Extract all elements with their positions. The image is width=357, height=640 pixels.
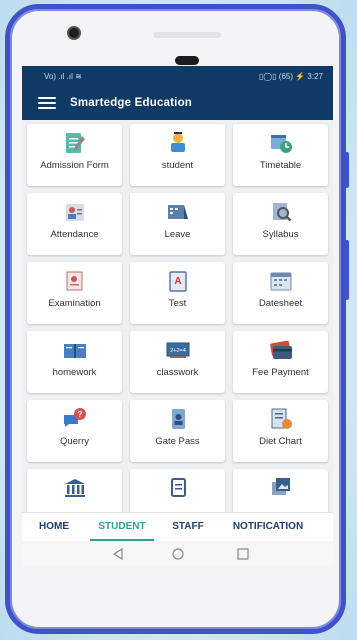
tile-homework[interactable]: homework: [27, 331, 122, 393]
system-nav-buttons: [112, 547, 249, 560]
tile-leave[interactable]: Leave: [130, 193, 225, 255]
tile-label: Timetable: [259, 160, 302, 171]
nav-student[interactable]: STUDENT: [86, 513, 158, 541]
earpiece-speaker: [175, 56, 199, 65]
attendance-icon: [65, 204, 84, 221]
fee-payment-icon: [269, 340, 292, 359]
tile-label: Test: [168, 298, 187, 309]
status-bar: Vo) .ıl .ıl ≋ ▯◯▯ (65) ⚡ 3:27: [22, 66, 333, 86]
home-circle-icon[interactable]: [171, 547, 184, 560]
timetable-icon: [270, 135, 292, 153]
app-bar: Smartedge Education: [22, 86, 333, 120]
tile-classwork[interactable]: 2+2=4 classwork: [130, 331, 225, 393]
tile-label: Attendance: [50, 229, 99, 240]
gate-pass-icon: [171, 409, 185, 429]
volume-button: [345, 152, 349, 188]
bank-icon: [64, 479, 85, 497]
document-icon: [170, 478, 186, 497]
tile-label: student: [161, 160, 194, 171]
test-icon: A: [168, 271, 187, 292]
tile-query[interactable]: ? Querry: [27, 400, 122, 462]
tile-attendance[interactable]: Attendance: [27, 193, 122, 255]
svg-text:2+2=4: 2+2=4: [170, 348, 186, 354]
tile-examination[interactable]: Examination: [27, 262, 122, 324]
tile-label: Diet Chart: [259, 436, 302, 447]
top-bezel-strip: [153, 32, 221, 38]
front-camera: [67, 26, 81, 40]
status-left: Vo) .ıl .ıl ≋: [44, 71, 82, 81]
status-right: ▯◯▯ (65) ⚡ 3:27: [258, 71, 323, 81]
svg-text:?: ?: [77, 410, 82, 419]
tile-label: Examination: [48, 298, 101, 309]
tile-gate-pass[interactable]: Gate Pass: [130, 400, 225, 462]
classwork-icon: 2+2=4: [166, 342, 189, 358]
nav-home[interactable]: HOME: [22, 513, 86, 541]
power-button: [345, 240, 349, 300]
tile-fee-payment[interactable]: Fee Payment: [233, 331, 328, 393]
query-icon: ?: [63, 408, 86, 427]
homework-icon: [63, 344, 86, 358]
app-title: Smartedge Education: [70, 97, 193, 109]
recents-icon[interactable]: [236, 547, 249, 560]
tile-admission-form[interactable]: Admission Form: [27, 124, 122, 186]
module-grid: Admission Form student Timetable Attenda…: [22, 120, 333, 520]
diet-chart-icon: [271, 408, 292, 429]
tile-label: Syllabus: [262, 229, 299, 240]
tile-label: Datesheet: [258, 298, 303, 309]
nav-notification[interactable]: NOTIFICATION: [218, 513, 318, 541]
back-icon[interactable]: [112, 547, 123, 560]
tile-student[interactable]: student: [130, 124, 225, 186]
tile-syllabus[interactable]: Syllabus: [233, 193, 328, 255]
app-screen: Vo) .ıl .ıl ≋ ▯◯▯ (65) ⚡ 3:27 Smartedge …: [22, 66, 333, 566]
tile-label: Leave: [164, 229, 191, 240]
examination-icon: [66, 271, 82, 291]
tile-datesheet[interactable]: Datesheet: [233, 262, 328, 324]
svg-text:A: A: [174, 276, 181, 287]
datesheet-icon: [270, 272, 291, 291]
tile-label: Querry: [59, 436, 90, 447]
admission-form-icon: [65, 133, 85, 153]
tile-diet-chart[interactable]: Diet Chart: [233, 400, 328, 462]
gallery-icon: [271, 478, 290, 495]
syllabus-icon: [272, 203, 291, 222]
student-icon: [170, 132, 185, 152]
system-navigation-bar: [22, 541, 333, 566]
tile-label: Gate Pass: [155, 436, 200, 447]
tile-timetable[interactable]: Timetable: [233, 124, 328, 186]
tile-label: Admission Form: [40, 160, 109, 171]
tile-test[interactable]: A Test: [130, 262, 225, 324]
tile-label: homework: [52, 367, 97, 378]
bottom-navigation: HOME STUDENT STAFF NOTIFICATION: [22, 512, 333, 541]
hamburger-menu-icon[interactable]: [38, 97, 56, 109]
tile-label: Fee Payment: [252, 367, 309, 378]
leave-icon: [167, 205, 188, 219]
nav-staff[interactable]: STAFF: [158, 513, 218, 541]
tile-label: classwork: [156, 367, 199, 378]
